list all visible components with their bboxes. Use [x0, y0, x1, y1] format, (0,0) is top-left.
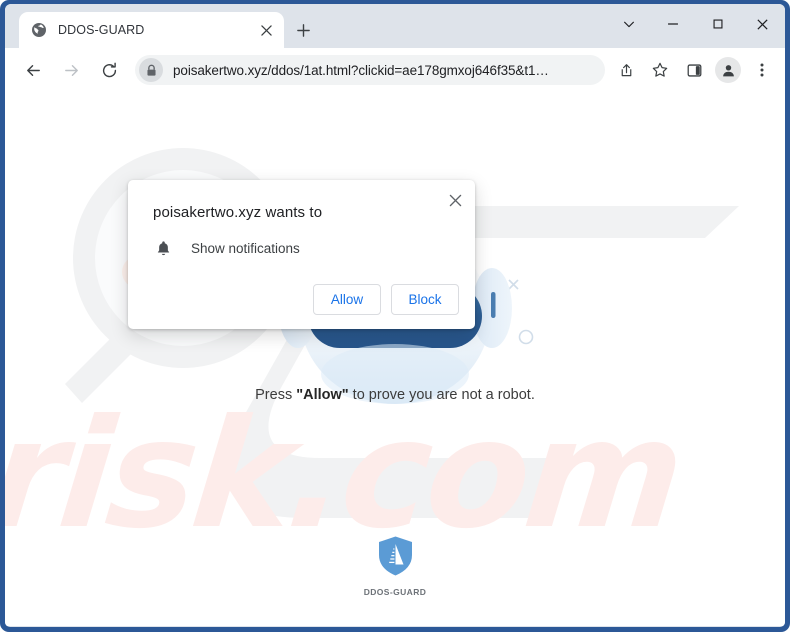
close-window-button[interactable] — [740, 4, 785, 44]
globe-icon — [32, 23, 46, 37]
person-icon — [722, 64, 734, 76]
page-headline: Press "Allow" to prove you are not a rob… — [5, 387, 785, 403]
address-bar-url: poisakertwo.xyz/ddos/1at.html?clickid=ae… — [173, 62, 549, 78]
tab-close-icon[interactable] — [256, 20, 276, 40]
minus-icon — [667, 23, 678, 25]
bell-icon — [153, 238, 173, 258]
dialog-title: poisakertwo.xyz wants to — [153, 204, 323, 221]
tab-title: DDOS-GUARD — [58, 23, 145, 37]
chevron-down-icon — [624, 21, 634, 28]
footer-logo-name: DDOS-GUARD — [363, 587, 427, 597]
forward-arrow-icon — [64, 64, 78, 76]
three-dot-menu-icon[interactable] — [745, 53, 779, 87]
square-icon — [712, 19, 723, 29]
reload-icon — [102, 62, 116, 77]
block-button[interactable]: Block — [391, 284, 459, 315]
browser-tab[interactable]: DDOS-GUARD — [19, 12, 284, 48]
tab-strip: DDOS-GUARD — [5, 4, 785, 48]
profile-avatar[interactable] — [711, 53, 745, 87]
new-tab-button[interactable] — [290, 17, 316, 43]
browser-window: DDOS-GUARD poisakertwo.xyz/ddos/1at.html… — [0, 0, 790, 632]
notification-permission-dialog: poisakertwo.xyz wants to Show notificati… — [128, 180, 475, 329]
lock-icon[interactable] — [139, 58, 163, 82]
address-bar[interactable]: poisakertwo.xyz/ddos/1at.html?clickid=ae… — [135, 55, 605, 85]
minimize-button[interactable] — [650, 4, 695, 44]
forward-button[interactable] — [55, 54, 87, 86]
side-panel-icon[interactable] — [677, 53, 711, 87]
footer-logo: DDOS-GUARD — [5, 535, 785, 597]
back-arrow-icon — [26, 64, 40, 76]
maximize-button[interactable] — [695, 4, 740, 44]
shield-icon — [378, 536, 412, 576]
window-controls — [608, 4, 785, 44]
share-icon[interactable] — [609, 53, 643, 87]
close-icon — [757, 18, 768, 30]
permission-row: Show notifications — [144, 238, 459, 258]
back-button[interactable] — [17, 54, 49, 86]
dialog-close-icon[interactable] — [444, 189, 466, 211]
page-viewport: risk.com Press "Allow" to prove you are … — [5, 92, 785, 626]
headline-suffix: to prove you are not a robot. — [348, 387, 535, 403]
permission-label: Show notifications — [191, 240, 300, 256]
bookmark-star-icon[interactable] — [643, 53, 677, 87]
headline-prefix: Press — [255, 387, 297, 403]
reload-button[interactable] — [93, 54, 125, 86]
allow-button[interactable]: Allow — [313, 284, 381, 315]
browser-toolbar: poisakertwo.xyz/ddos/1at.html?clickid=ae… — [5, 48, 785, 92]
browser-window-inner: DDOS-GUARD poisakertwo.xyz/ddos/1at.html… — [5, 4, 785, 627]
dialog-actions: Allow Block — [144, 284, 459, 315]
tab-search-button[interactable] — [608, 4, 650, 44]
plus-icon — [296, 23, 310, 37]
headline-emphasis: "Allow" — [296, 387, 349, 403]
